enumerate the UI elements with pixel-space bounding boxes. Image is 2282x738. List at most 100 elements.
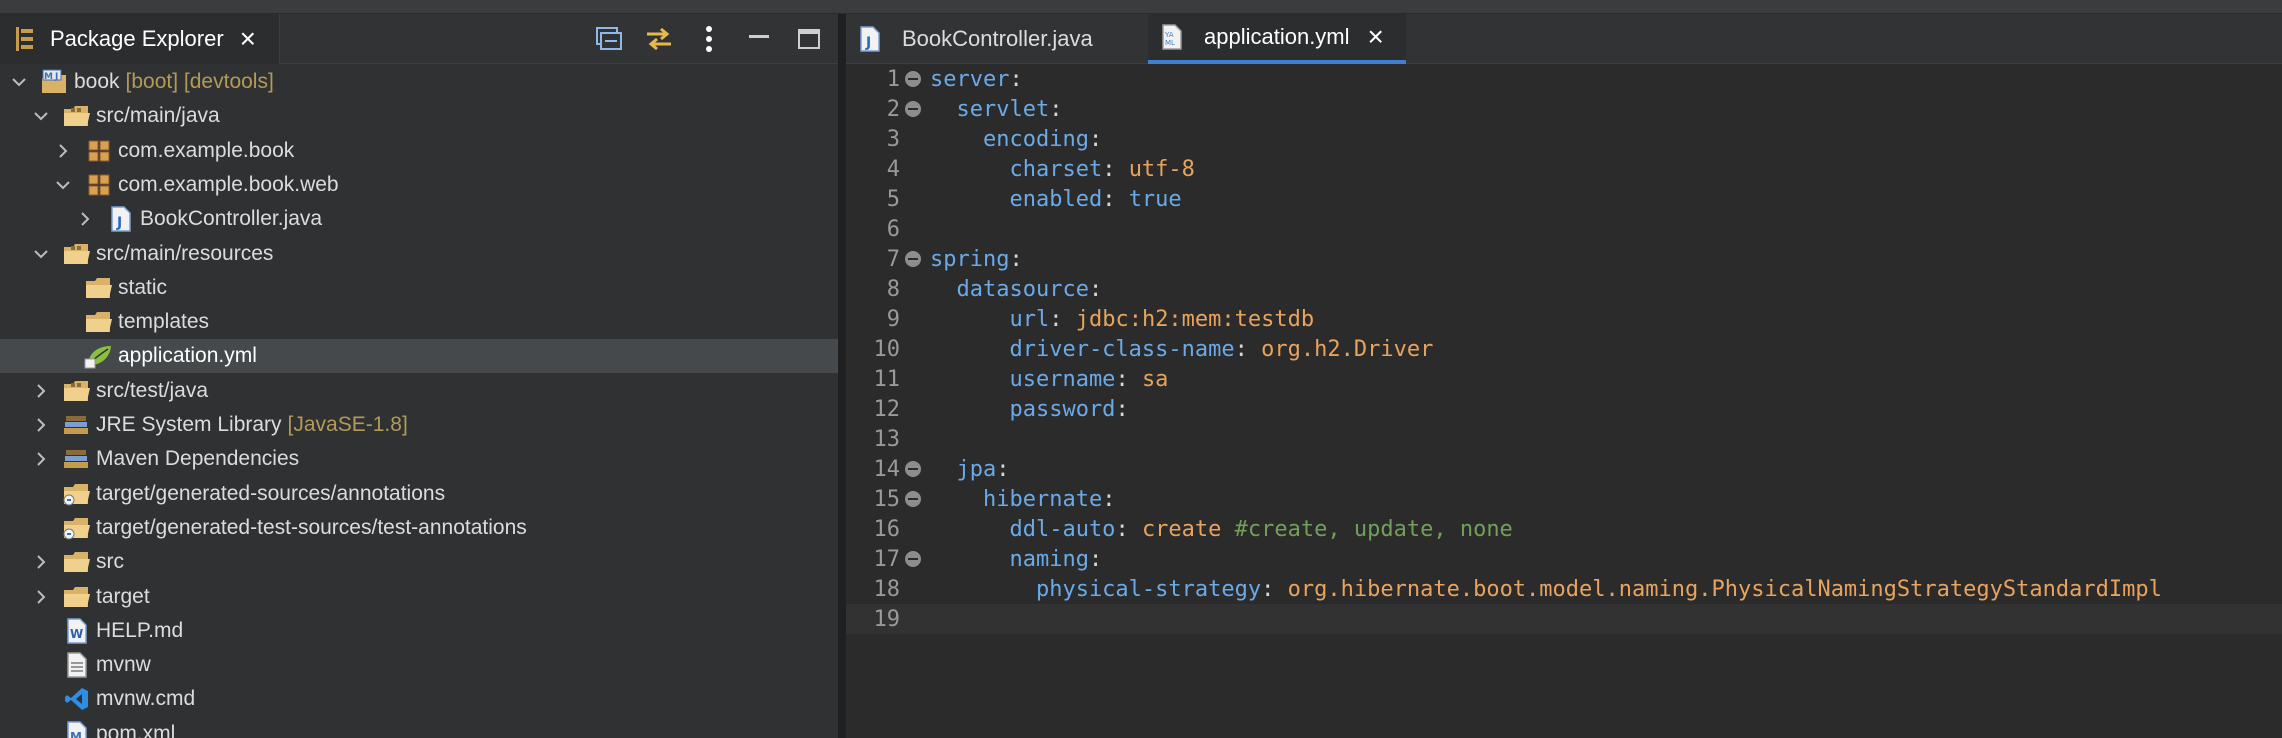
fold-collapse-icon[interactable] [900, 244, 926, 274]
code-line[interactable]: 16 ddl-auto: create #create, update, non… [846, 514, 2282, 544]
yaml-editor[interactable]: 1 server: 2 servlet: 3 encoding: 4 charset: … [846, 64, 2282, 738]
chevron-down-icon[interactable] [30, 243, 52, 265]
project-tree: M Jbook [boot] [devtools] src/main/java com.… [0, 65, 838, 738]
tree-item[interactable]: target [0, 580, 838, 614]
code-line[interactable]: 13 [846, 424, 2282, 454]
tree-item[interactable]: static [0, 271, 838, 305]
code-line[interactable]: 7 spring: [846, 244, 2282, 274]
fold-collapse-icon[interactable] [900, 484, 926, 514]
code-line[interactable]: 9 url: jdbc:h2:mem:testdb [846, 304, 2282, 334]
tree-item[interactable]: Mpom.xml [0, 717, 838, 738]
tree-item[interactable]: target/generated-sources/annotations [0, 477, 838, 511]
tree-item-label: HELP.md [96, 618, 184, 642]
package-explorer-tab[interactable]: Package Explorer × [0, 14, 280, 64]
code-line[interactable]: 17 naming: [846, 544, 2282, 574]
code-text: server: [926, 67, 1023, 92]
chevron-down-icon[interactable] [30, 105, 52, 127]
tree-item[interactable]: com.example.book [0, 134, 838, 168]
code-line[interactable]: 11 username: sa [846, 364, 2282, 394]
maximize-icon[interactable] [794, 24, 824, 54]
chevron-right-icon[interactable] [30, 380, 52, 402]
fold-collapse-icon[interactable] [900, 64, 926, 94]
tree-item[interactable]: target/generated-test-sources/test-annot… [0, 511, 838, 545]
folder-icon [84, 275, 114, 301]
chevron-right-icon[interactable] [30, 448, 52, 470]
line-number: 11 [873, 366, 901, 392]
chevron-right-icon[interactable] [30, 551, 52, 573]
yaml-punctuation: : [1009, 66, 1023, 92]
chevron-down-icon[interactable] [8, 71, 30, 93]
editor-tab-application-yml[interactable]: YA ML application.yml × [1148, 14, 1406, 64]
code-line[interactable]: 3 encoding: [846, 124, 2282, 154]
code-line[interactable]: 4 charset: utf-8 [846, 154, 2282, 184]
collapse-all-icon[interactable] [594, 24, 624, 54]
fold-gutter [900, 184, 926, 214]
code-line[interactable]: 5 enabled: true [846, 184, 2282, 214]
yaml-punctuation: : [1234, 336, 1262, 362]
tree-item[interactable]: src/main/java [0, 99, 838, 133]
code-line[interactable]: 12 password: [846, 394, 2282, 424]
tree-item[interactable]: src [0, 545, 838, 579]
code-line[interactable]: 15 hibernate: [846, 484, 2282, 514]
tree-item[interactable]: Maven Dependencies [0, 442, 838, 476]
view-menu-icon[interactable] [694, 24, 724, 54]
close-icon[interactable]: × [1368, 23, 1384, 51]
fold-collapse-icon[interactable] [900, 94, 926, 124]
line-number: 13 [873, 426, 901, 452]
code-line[interactable]: 2 servlet: [846, 94, 2282, 124]
library-icon [62, 412, 92, 438]
yaml-key: charset [930, 156, 1103, 182]
folder-icon [62, 549, 92, 575]
tree-item-label: application.yml [118, 344, 257, 368]
code-line[interactable]: 18 physical-strategy: org.hibernate.boot… [846, 574, 2282, 604]
view-splitter[interactable] [838, 14, 846, 738]
chevron-down-icon[interactable] [52, 174, 74, 196]
tree-item[interactable]: M Jbook [boot] [devtools] [0, 65, 838, 99]
tree-item[interactable]: JRE System Library [JavaSE-1.8] [0, 408, 838, 442]
line-number: 2 [886, 96, 900, 122]
chevron-right-icon[interactable] [74, 208, 96, 230]
svg-text:W: W [70, 627, 83, 641]
tree-item[interactable]: src/test/java [0, 374, 838, 408]
code-text: charset: utf-8 [926, 156, 1194, 182]
minimize-icon[interactable] [744, 24, 774, 54]
tree-item[interactable]: W HELP.md [0, 614, 838, 648]
tree-item[interactable]: application.yml [0, 339, 838, 374]
code-line[interactable]: 1 server: [846, 64, 2282, 94]
text-file-icon [62, 652, 92, 678]
tree-item[interactable]: com.example.book.web [0, 168, 838, 202]
chevron-right-icon[interactable] [30, 586, 52, 608]
code-line[interactable]: 14 jpa: [846, 454, 2282, 484]
close-icon[interactable]: × [240, 25, 256, 53]
library-icon [62, 446, 92, 472]
fold-collapse-icon[interactable] [900, 544, 926, 574]
code-text: password: [926, 397, 1128, 422]
editor-tab-bookcontroller[interactable]: J BookController.java [846, 14, 1146, 64]
chevron-right-icon[interactable] [52, 140, 74, 162]
tree-item[interactable]: src/main/resources [0, 237, 838, 271]
tree-item[interactable]: mvnw.cmd [0, 682, 838, 716]
code-line[interactable]: 19 [846, 604, 2282, 634]
fold-collapse-icon[interactable] [900, 454, 926, 484]
tree-item-label: src/main/resources [96, 241, 274, 265]
yaml-value: sa [1141, 366, 1169, 392]
yaml-punctuation: : [996, 456, 1010, 482]
tree-item[interactable]: mvnw [0, 648, 838, 682]
yaml-key: naming [930, 546, 1089, 572]
link-with-editor-icon[interactable] [644, 24, 674, 54]
chevron-right-icon[interactable] [30, 414, 52, 436]
code-line[interactable]: 10 driver-class-name: org.h2.Driver [846, 334, 2282, 364]
code-line[interactable]: 8 datasource: [846, 274, 2282, 304]
yaml-key: physical-strategy [930, 576, 1262, 602]
editor-tab-label: BookController.java [902, 26, 1093, 51]
tree-item[interactable]: templates [0, 305, 838, 339]
code-line[interactable]: 6 [846, 214, 2282, 244]
fold-gutter [900, 424, 926, 454]
yaml-punctuation: : [1115, 366, 1142, 392]
fold-gutter [900, 334, 926, 364]
code-text: jpa: [926, 457, 1009, 482]
line-number: 15 [873, 486, 901, 512]
tree-item[interactable]: J BookController.java [0, 202, 838, 236]
code-text: enabled: true [926, 187, 1181, 212]
line-number: 6 [886, 216, 900, 242]
